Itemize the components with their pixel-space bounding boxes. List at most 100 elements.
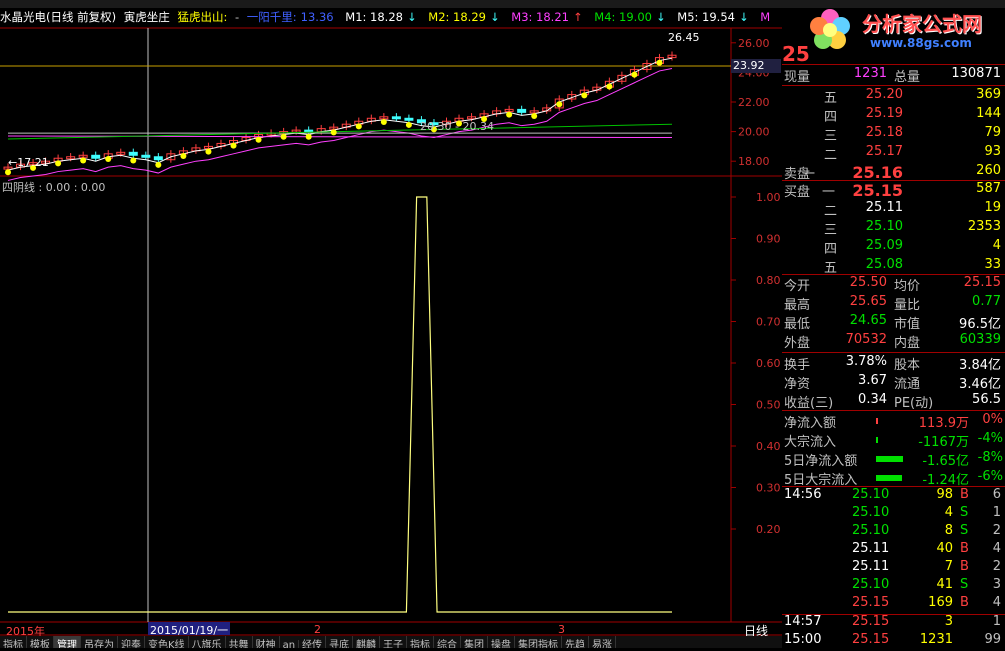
- sell-level-row: 五 25.20 369: [782, 87, 1005, 106]
- stat-value: 56.5: [972, 392, 1001, 407]
- tick-time: 14:56: [784, 487, 822, 502]
- tick-count: 2: [992, 523, 1001, 538]
- candle-body: [128, 151, 138, 156]
- stat-row: 收益(三) 0.34 PE(动) 56.5: [782, 392, 1005, 411]
- ma-dot: [330, 129, 337, 136]
- ma-dot: [355, 123, 362, 130]
- stat-label: 市值: [894, 317, 921, 332]
- stat-row: 最低 24.65 市值 96.5亿: [782, 313, 1005, 332]
- candle-body: [391, 116, 401, 120]
- y-tick-label: 22.00: [738, 96, 770, 109]
- label: 现量: [784, 70, 811, 85]
- volume-row: 现量 1231 总量 130871: [782, 66, 1005, 85]
- indicator-tab[interactable]: 麒麟: [353, 636, 381, 648]
- stat-label: 净资: [784, 377, 811, 392]
- candle-body: [153, 156, 163, 161]
- level-label: 四: [824, 110, 838, 125]
- sell-qty: 93: [984, 144, 1001, 159]
- ma-dot: [280, 133, 287, 140]
- ma-line-magenta: [7, 68, 673, 181]
- crosshair-price: 23.92: [731, 59, 781, 73]
- indicator-tab[interactable]: an: [280, 640, 300, 648]
- tick-side: S: [960, 523, 969, 538]
- buy-price: 25.10: [865, 219, 903, 234]
- indicator-tab[interactable]: 指标: [407, 636, 435, 648]
- tick-volume: 98: [936, 487, 953, 502]
- buy-qty: 587: [976, 181, 1001, 196]
- x-month-3: 3: [558, 623, 565, 636]
- indicator-tab[interactable]: 指标: [0, 636, 27, 648]
- stat-row: 今开 25.50 均价 25.15: [782, 275, 1005, 294]
- indicator-tab[interactable]: 集团指标: [515, 636, 563, 648]
- tick-count: 1: [992, 505, 1001, 520]
- candle-body: [141, 154, 151, 158]
- tick-volume: 1231: [919, 632, 953, 647]
- indicator-tab[interactable]: 迎奉: [118, 636, 145, 648]
- tick-volume: 41: [936, 577, 953, 592]
- indicator-tab[interactable]: 易涨: [589, 636, 617, 648]
- indicator-tab[interactable]: 寻底: [326, 636, 354, 648]
- level-label: 二: [824, 148, 838, 163]
- stat-label: 流通: [894, 377, 921, 392]
- stat-label: 最低: [784, 317, 811, 332]
- tick-count: 2: [992, 559, 1001, 574]
- indicator-tab-bar: 指标 模板 管理 吊存为 迎奉 变色K线 八旗乐 共舞 财神 an 经传 寻底 麒麟 王子 指标 综合 集团 操盘…: [0, 636, 782, 648]
- tick-volume: 4: [944, 505, 953, 520]
- level-label: 五: [824, 91, 838, 106]
- indicator-tab[interactable]: 管理: [54, 636, 81, 648]
- stat-label: 股本: [894, 358, 921, 373]
- tick-price: 25.15: [852, 595, 890, 610]
- indicator-tab[interactable]: 王子: [380, 636, 408, 648]
- ma-dot: [105, 155, 112, 162]
- buy-qty: 4: [992, 238, 1001, 253]
- flow-bar: [876, 456, 903, 462]
- buy-label: 买盘: [784, 185, 811, 200]
- flow-bar: [876, 418, 878, 424]
- sell-level-row: 四 25.19 144: [782, 106, 1005, 125]
- value: 130871: [951, 66, 1001, 81]
- candle-body: [404, 117, 414, 121]
- sell-qty: 369: [976, 87, 1001, 102]
- sell-qty: 79: [984, 125, 1001, 140]
- indicator-tab[interactable]: 八旗乐: [189, 636, 226, 648]
- y-tick-label: 0.60: [756, 357, 781, 370]
- indicator-tab[interactable]: 共舞: [226, 636, 253, 648]
- tick-row: 14:57 25.15 3 1: [782, 614, 1005, 633]
- chart-canvas[interactable]: 26.0024.0022.0020.0018.00 1.000.900.800.…: [0, 0, 782, 648]
- indicator-tab[interactable]: 先趋: [562, 636, 590, 648]
- indicator-tab[interactable]: 操盘: [488, 636, 516, 648]
- y-tick-label: 0.40: [756, 440, 781, 453]
- y-tick-label: 18.00: [738, 155, 770, 168]
- indicator-tab[interactable]: 模板: [27, 636, 54, 648]
- buy-price: 25.09: [865, 238, 903, 253]
- buy-qty: 33: [984, 257, 1001, 272]
- stat-value: 3.46亿: [959, 377, 1001, 392]
- flow-label: 大宗流入: [784, 435, 837, 450]
- indicator-tab[interactable]: 综合: [434, 636, 462, 648]
- tick-side: B: [960, 595, 969, 610]
- buy-price: 25.11: [865, 200, 903, 215]
- stat-value: 96.5亿: [959, 317, 1001, 332]
- ma-dot: [80, 157, 87, 164]
- stat-label: 量比: [894, 298, 921, 313]
- indicator-tab[interactable]: 集团: [461, 636, 489, 648]
- sell-level-row: 二 25.17 93: [782, 144, 1005, 163]
- indicator-tab[interactable]: 吊存为: [81, 636, 118, 648]
- indicator-tab[interactable]: 经传: [299, 636, 327, 648]
- indicator-tab[interactable]: 财神: [253, 636, 280, 648]
- stat-value: 70532: [845, 332, 887, 347]
- buy-level-row: 三 25.10 2353: [782, 219, 1005, 238]
- flow-value: -1.65亿: [922, 454, 969, 469]
- y-tick-label: 0.70: [756, 316, 781, 329]
- four-yin-line: [8, 196, 672, 613]
- flow-label: 净流入额: [784, 416, 837, 431]
- ma-dot: [380, 118, 387, 125]
- ma-dot: [556, 101, 563, 108]
- ma-dot: [255, 136, 262, 143]
- lower-indicator-title: 四阴线 : 0.00 : 0.00: [2, 181, 106, 194]
- flow-row: 净流入额 113.9万 0%: [782, 412, 1005, 431]
- ma-dot: [155, 161, 162, 168]
- ma-dot: [55, 160, 62, 167]
- indicator-tab[interactable]: 变色K线: [145, 636, 189, 648]
- flow-pct: -8%: [977, 450, 1003, 465]
